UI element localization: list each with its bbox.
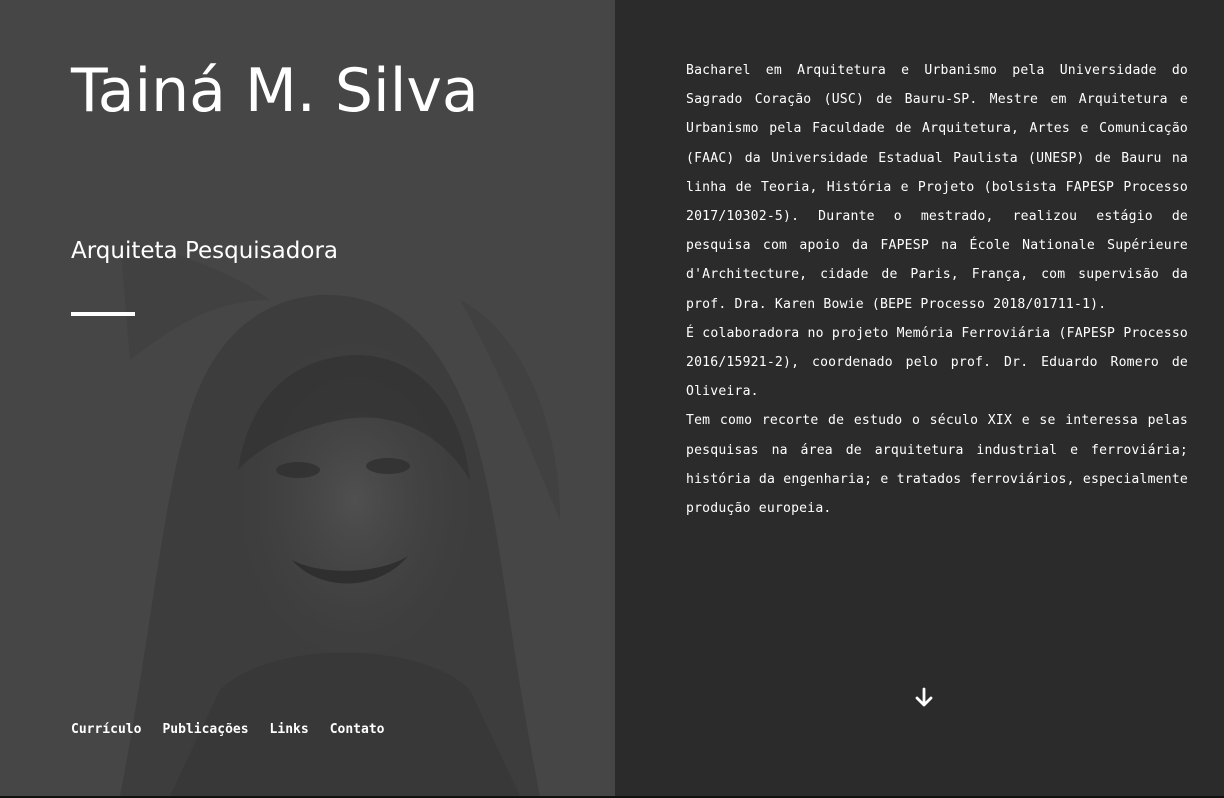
nav-link-contato[interactable]: Contato (330, 722, 385, 737)
hero-content: Tainá M. Silva Arquiteta Pesquisadora Cu… (71, 0, 595, 796)
bio-paragraph: Bacharel em Arquitetura e Urbanismo pela… (686, 63, 1188, 312)
page-title: Tainá M. Silva (71, 56, 479, 126)
bio-paragraph: Tem como recorte de estudo o século XIX … (686, 413, 1188, 517)
bio-panel: Bacharel em Arquitetura e Urbanismo pela… (615, 0, 1224, 796)
hero-panel: Tainá M. Silva Arquiteta Pesquisadora Cu… (0, 0, 615, 796)
bio-paragraph: É colaboradora no projeto Memória Ferrov… (686, 325, 1188, 400)
arrow-down-icon[interactable] (912, 686, 936, 710)
page-subtitle: Arquiteta Pesquisadora (71, 238, 338, 264)
title-divider (71, 312, 135, 316)
main-nav: Currículo Publicações Links Contato (71, 722, 384, 737)
nav-link-publicacoes[interactable]: Publicações (162, 722, 248, 737)
nav-link-links[interactable]: Links (270, 722, 309, 737)
nav-link-curriculo[interactable]: Currículo (71, 722, 141, 737)
page: Tainá M. Silva Arquiteta Pesquisadora Cu… (0, 0, 1224, 798)
bio-text: Bacharel em Arquitetura e Urbanismo pela… (686, 56, 1188, 523)
